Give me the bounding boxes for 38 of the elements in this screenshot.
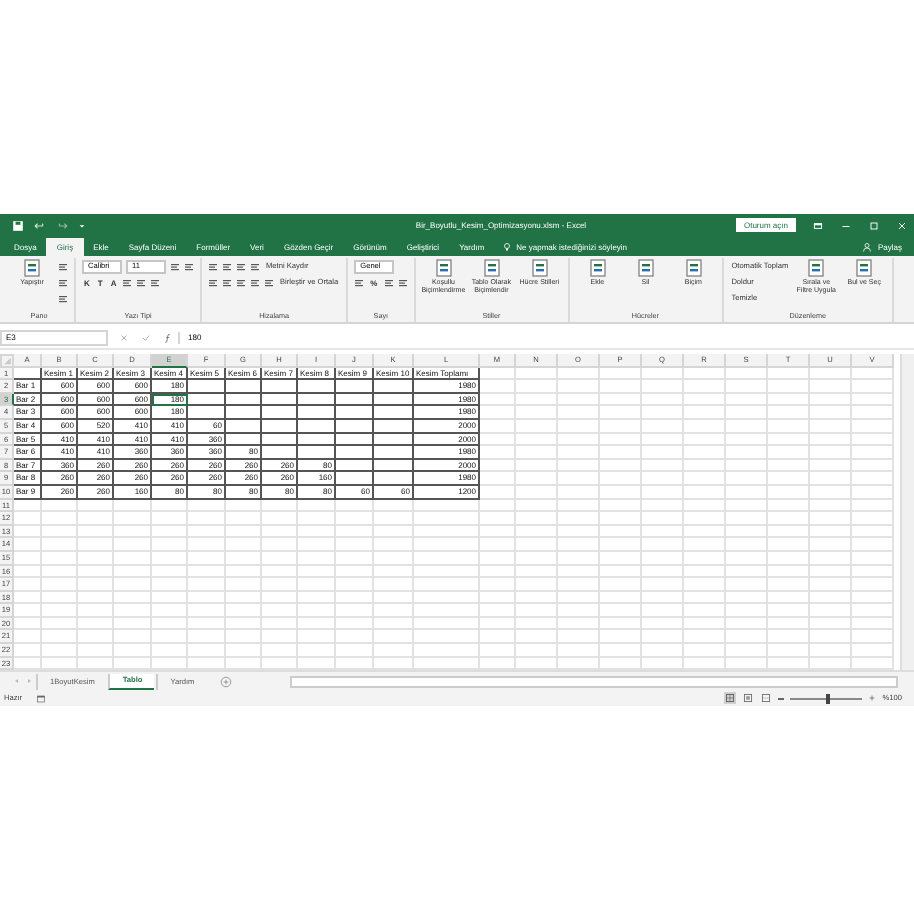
ribbon-tool-icon[interactable] (208, 277, 218, 287)
ribbon-tool-icon[interactable] (236, 277, 246, 287)
maximize-icon[interactable] (868, 219, 880, 231)
macro-record-icon[interactable] (36, 693, 47, 704)
ribbon-tool-icon[interactable] (58, 261, 68, 271)
function-icon[interactable] (162, 332, 174, 344)
ribbon-tool-icon[interactable] (236, 261, 246, 271)
ribbon-tool-icon[interactable] (184, 261, 194, 271)
page-break-icon[interactable] (760, 692, 773, 705)
ribbon-tool-icon[interactable] (354, 277, 365, 287)
ribbon-tool-icon[interactable] (136, 277, 147, 287)
ribbon-tool-icon[interactable] (150, 277, 161, 287)
ribbon-tool-icon[interactable] (383, 277, 394, 287)
ribbon-tool-icon[interactable] (170, 261, 180, 271)
ribbon-tool-icon[interactable] (264, 277, 274, 287)
caret-icon[interactable] (78, 221, 86, 229)
vertical-scrollbar[interactable] (900, 354, 914, 671)
normal-view-icon[interactable] (724, 692, 737, 705)
redo-icon[interactable] (56, 219, 68, 231)
ribbon-tool-icon[interactable] (122, 277, 133, 287)
page-layout-icon[interactable] (742, 692, 755, 705)
ribbon-tool-icon[interactable] (250, 277, 260, 287)
ribbon-display-icon[interactable] (812, 219, 824, 231)
ribbon-tool-icon[interactable] (250, 261, 260, 271)
lightbulb-icon (502, 242, 513, 252)
ribbon-tool-icon[interactable] (222, 277, 232, 287)
person-icon[interactable] (861, 242, 872, 252)
ribbon-tool-icon[interactable] (208, 261, 218, 271)
zoom-in-icon[interactable] (868, 694, 877, 703)
ribbon-tool-icon[interactable] (222, 261, 232, 271)
check-icon[interactable] (140, 332, 152, 344)
ribbon-tool-icon[interactable] (58, 277, 68, 287)
ribbon-tool-icon[interactable] (58, 293, 68, 303)
save-icon[interactable] (12, 219, 24, 231)
horizontal-scrollbar[interactable] (290, 675, 898, 688)
close-icon[interactable] (896, 219, 908, 231)
undo-icon[interactable] (34, 219, 46, 231)
ribbon-tool-icon[interactable] (397, 277, 408, 287)
